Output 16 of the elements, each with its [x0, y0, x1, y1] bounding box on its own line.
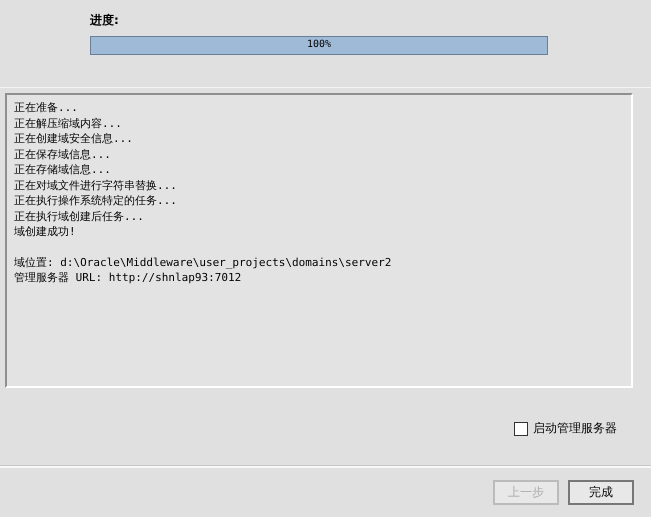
log-line: 正在执行操作系统特定的任务... [14, 193, 178, 208]
log-line: 正在执行域创建后任务... [14, 208, 145, 224]
log-line: 正在对域文件进行字符串替换... [14, 178, 178, 193]
checkbox[interactable] [514, 422, 528, 436]
log-line: 正在保存域信息... [14, 146, 112, 162]
checkbox-label: 启动管理服务器 [533, 420, 617, 437]
log-line: 正在创建域安全信息... [14, 131, 134, 146]
finish-button[interactable]: 完成 [568, 480, 634, 505]
summary-line: 域位置: d:\Oracle\Middleware\user_projects\domains\server2 [14, 254, 392, 270]
progress-label: 进度: [90, 12, 120, 29]
log-line: 正在准备... [14, 100, 79, 116]
progress-reading: 100% [306, 39, 332, 50]
log-line: 域创建成功! [14, 224, 77, 240]
log-line: 正在解压缩域内容... [14, 116, 123, 131]
log-line: 正在存储域信息... [14, 162, 112, 178]
summary-line: 管理服务器 URL: http://shnlap93:7012 [14, 270, 242, 286]
